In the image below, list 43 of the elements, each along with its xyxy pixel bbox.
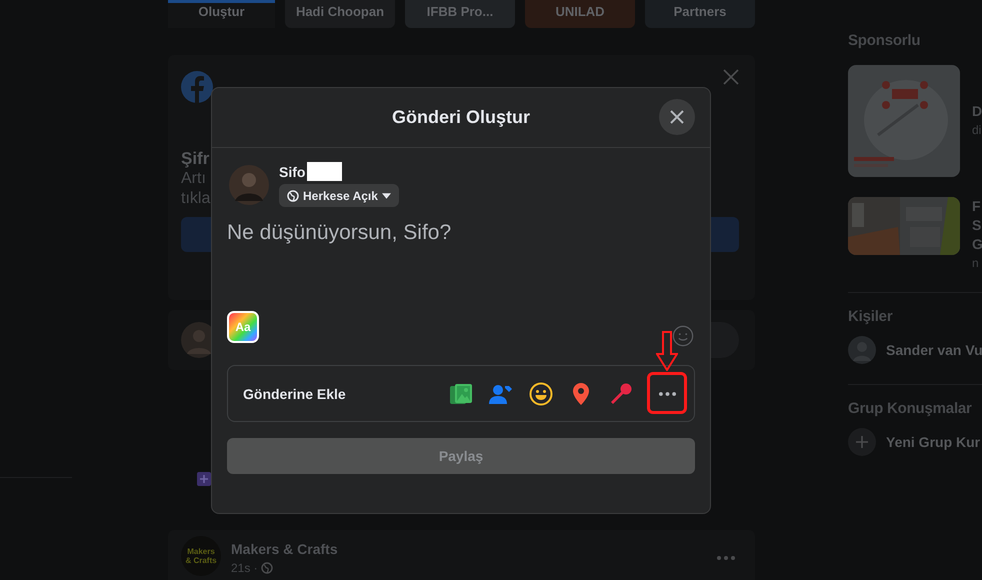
page-logo: Makers & Crafts: [181, 536, 221, 576]
card-title: Şifr: [181, 149, 210, 169]
ad-title[interactable]: G: [972, 235, 982, 254]
ad-title[interactable]: F: [972, 197, 982, 216]
annotation-arrow: [656, 330, 678, 370]
avatar-icon: [229, 164, 269, 204]
close-icon: [669, 109, 685, 125]
globe-icon: [287, 190, 299, 202]
caret-icon: [382, 192, 391, 198]
close-button[interactable]: [659, 99, 695, 135]
dialog-title: Gönderi Oluştur: [392, 107, 530, 128]
story-tab[interactable]: Partners: [645, 0, 755, 28]
more-icon[interactable]: [717, 556, 735, 560]
plus-icon[interactable]: [848, 428, 876, 456]
redaction-block: [307, 162, 342, 181]
privacy-button[interactable]: Herkese Açık: [279, 184, 399, 207]
section-heading: Kişiler: [848, 307, 894, 327]
story-tab[interactable]: Oluştur: [168, 0, 275, 28]
photo-icon[interactable]: [449, 382, 473, 406]
plus-icon[interactable]: [197, 472, 211, 486]
avatar-icon: [848, 336, 876, 364]
ad-title[interactable]: S: [972, 216, 982, 235]
section-heading: Grup Konuşmalar: [848, 399, 973, 419]
user-name: Sifo: [279, 164, 306, 180]
microphone-icon[interactable]: [609, 382, 633, 406]
text-format-button[interactable]: Aa: [227, 311, 259, 343]
contact-name[interactable]: Sander van Vu: [886, 342, 982, 358]
post-text-field[interactable]: Ne düşünüyorsun, Sifo?: [227, 221, 695, 311]
highlight-box: [647, 372, 687, 414]
globe-icon: [260, 562, 273, 574]
ad-title[interactable]: D: [972, 102, 982, 121]
page-name[interactable]: Makers & Crafts: [231, 541, 707, 557]
story-tab[interactable]: Hadi Choopan: [285, 0, 395, 28]
more-icon: [658, 392, 676, 396]
facebook-logo-icon: [181, 71, 213, 103]
story-tab[interactable]: UNILAD: [525, 0, 635, 28]
close-icon[interactable]: [723, 69, 739, 85]
story-tab[interactable]: IFBB Pro...: [405, 0, 515, 28]
new-group-link[interactable]: Yeni Grup Kur: [886, 434, 980, 450]
smiley-icon[interactable]: [529, 382, 553, 406]
section-heading: Sponsorlu: [848, 31, 922, 51]
emoji-icon[interactable]: [672, 325, 694, 347]
add-to-post-label: Gönderine Ekle: [243, 386, 346, 402]
